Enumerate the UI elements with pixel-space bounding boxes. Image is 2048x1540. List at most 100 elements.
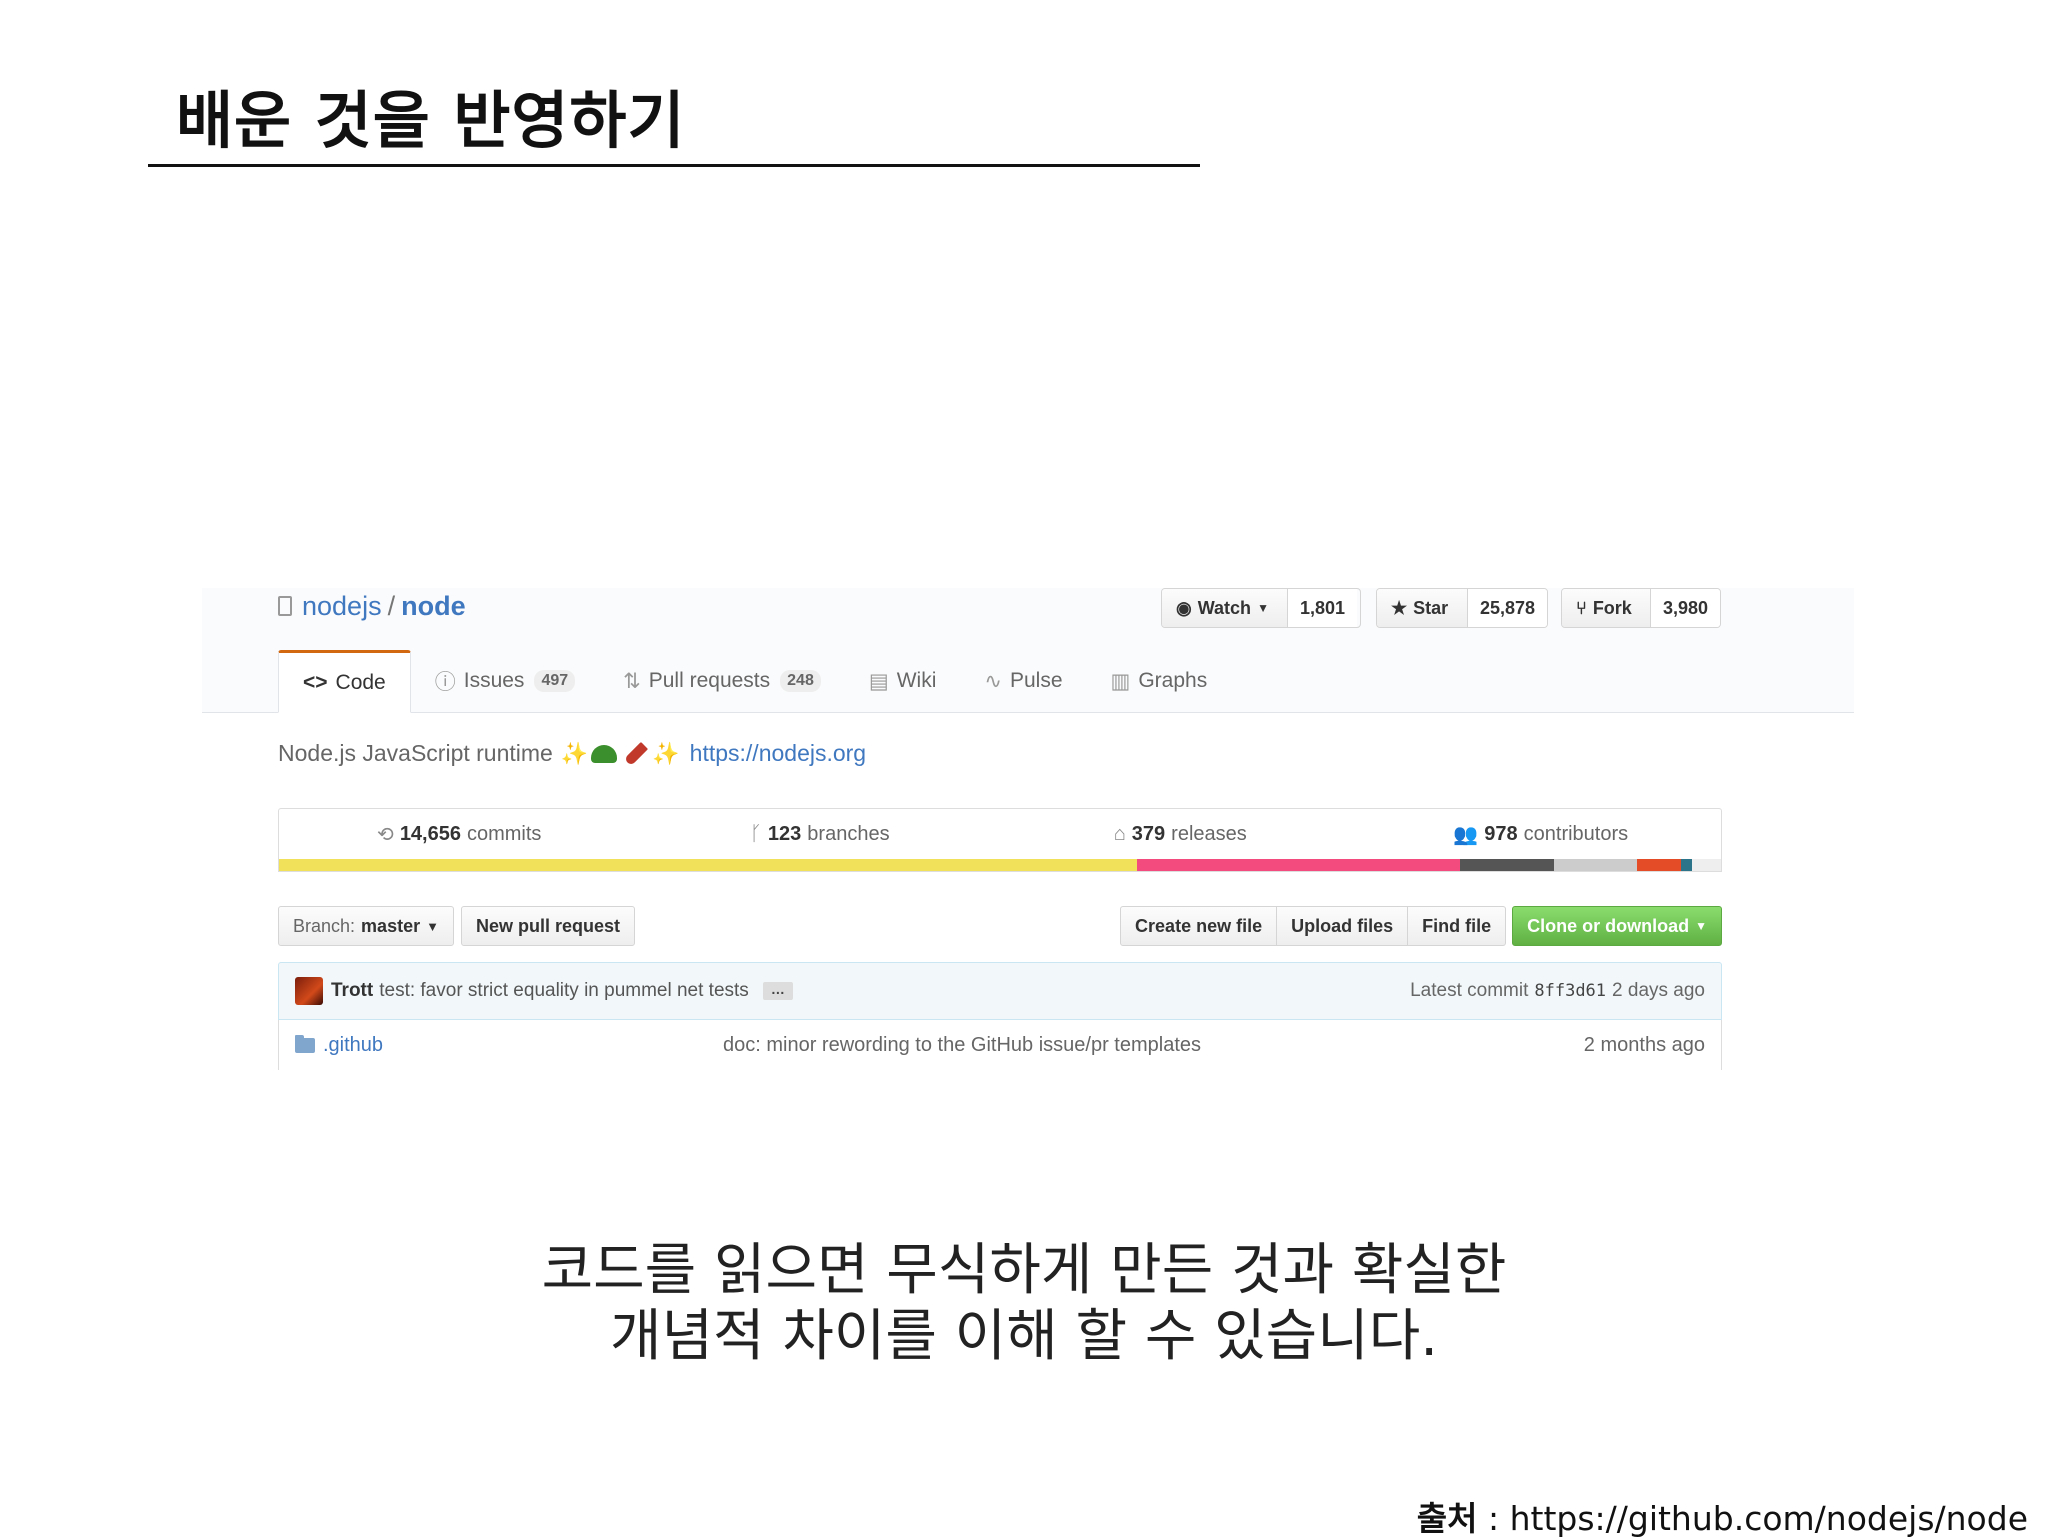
fork-icon: ⑂ bbox=[1576, 597, 1587, 618]
title-underline bbox=[148, 164, 1200, 167]
fork-group: ⑂ Fork 3,980 bbox=[1561, 588, 1721, 628]
book-icon: ▤ bbox=[868, 669, 889, 693]
numbers-summary: ⟲ 14,656 commits ᚴ 123 branches ⌂ 379 re… bbox=[278, 808, 1722, 872]
sparkles-icon: ✨ bbox=[560, 740, 589, 766]
source-credit: 출처 : https://github.com/nodejs/node bbox=[1417, 1492, 2028, 1540]
create-new-file-button[interactable]: Create new file bbox=[1120, 906, 1278, 946]
branch-select-button[interactable]: Branch: master ▼ bbox=[278, 906, 454, 946]
repo-owner-link[interactable]: nodejs bbox=[302, 591, 382, 622]
file-name-link[interactable]: .github bbox=[323, 1034, 723, 1057]
issue-opened-icon: ⓘ bbox=[434, 671, 456, 694]
eye-icon: ◉ bbox=[1176, 597, 1192, 618]
slide-title: 배운 것을 반영하기 bbox=[176, 84, 686, 157]
contributors-label: contributors bbox=[1523, 822, 1629, 845]
chevron-down-icon: ▼ bbox=[1695, 919, 1707, 933]
upload-files-button[interactable]: Upload files bbox=[1277, 906, 1409, 946]
fork-button[interactable]: ⑂ Fork bbox=[1562, 589, 1651, 627]
repo-title: nodejs / node bbox=[278, 588, 466, 624]
file-navigation: Branch: master ▼ New pull request Create… bbox=[278, 906, 1722, 946]
releases-count: 379 bbox=[1131, 822, 1166, 845]
commit-author[interactable]: Trott bbox=[331, 980, 373, 1002]
caption-line-1: 코드를 읽으면 무식하게 만든 것과 확실한 bbox=[541, 1238, 1507, 1303]
commit-message[interactable]: test: favor strict equality in pummel ne… bbox=[379, 980, 749, 1002]
graph-icon: ▥ bbox=[1110, 669, 1131, 693]
repo-description: Node.js JavaScript runtime ✨ ✨ https://n… bbox=[278, 740, 866, 767]
branch-label: Branch: bbox=[293, 915, 356, 936]
watch-button[interactable]: ◉ Watch ▼ bbox=[1162, 589, 1288, 627]
tab-label: Pull requests bbox=[648, 669, 771, 692]
homepage-link[interactable]: https://nodejs.org bbox=[690, 740, 866, 767]
language-segment[interactable] bbox=[1637, 859, 1681, 871]
commit-sha[interactable]: 8ff3d61 bbox=[1534, 981, 1606, 1001]
fork-label: Fork bbox=[1592, 597, 1632, 618]
source-separator: : bbox=[1477, 1499, 1510, 1538]
tab-pull-requests[interactable]: ⇅ Pull requests 248 bbox=[599, 650, 845, 712]
caption-line-2: 개념적 차이를 이해 할 수 있습니다. bbox=[609, 1304, 1439, 1369]
star-icon: ★ bbox=[1391, 597, 1408, 618]
star-label: Star bbox=[1413, 597, 1449, 618]
language-segment[interactable] bbox=[1136, 859, 1460, 871]
repo-name-link[interactable]: node bbox=[401, 591, 466, 622]
language-segment[interactable] bbox=[1553, 859, 1638, 871]
releases-label: releases bbox=[1171, 822, 1247, 845]
expand-commit-button[interactable]: … bbox=[762, 982, 793, 1000]
tab-code[interactable]: <> Code bbox=[278, 650, 411, 713]
find-file-button[interactable]: Find file bbox=[1408, 906, 1507, 946]
source-url: https://github.com/nodejs/node bbox=[1509, 1499, 2028, 1538]
chevron-down-icon: ▼ bbox=[1257, 601, 1269, 615]
tab-label: Issues bbox=[463, 669, 525, 692]
tab-label: Graphs bbox=[1138, 669, 1208, 692]
tab-issues[interactable]: ⓘ Issues 497 bbox=[411, 650, 599, 712]
organization-icon: 👥 bbox=[1453, 823, 1479, 846]
branches-label: branches bbox=[807, 822, 890, 845]
file-age: 2 months ago bbox=[1583, 1033, 1705, 1056]
git-branch-icon: ᚴ bbox=[749, 822, 762, 845]
turtle-icon bbox=[591, 744, 618, 763]
watch-group: ◉ Watch ▼ 1,801 bbox=[1161, 588, 1361, 628]
language-segment[interactable] bbox=[279, 859, 1137, 871]
sparkles-icon: ✨ bbox=[652, 740, 680, 766]
code-icon: <> bbox=[303, 670, 328, 694]
repo-separator: / bbox=[387, 590, 396, 621]
language-bar[interactable] bbox=[279, 859, 1721, 871]
github-repo-screenshot: nodejs / node ◉ Watch ▼ 1,801 ★ Star 25,… bbox=[202, 588, 1854, 1070]
avatar[interactable] bbox=[295, 977, 323, 1005]
history-icon: ⟲ bbox=[377, 823, 394, 846]
pull-requests-counter: 248 bbox=[780, 670, 821, 692]
chevron-down-icon: ▼ bbox=[426, 918, 439, 934]
clone-label: Clone or download bbox=[1527, 915, 1690, 936]
repo-header: nodejs / node ◉ Watch ▼ 1,801 ★ Star 25,… bbox=[202, 588, 1854, 713]
file-commit-message[interactable]: doc: minor rewording to the GitHub issue… bbox=[723, 1034, 1201, 1057]
language-segment[interactable] bbox=[1692, 859, 1721, 871]
commits-label: commits bbox=[466, 822, 542, 845]
branches-count: 123 bbox=[767, 822, 802, 845]
latest-commit-bar: Trott test: favor strict equality in pum… bbox=[278, 962, 1722, 1020]
tab-graphs[interactable]: ▥ Graphs bbox=[1087, 650, 1232, 712]
tag-icon: ⌂ bbox=[1113, 822, 1126, 845]
language-segment[interactable] bbox=[1459, 859, 1554, 871]
pulse-icon: ∿ bbox=[984, 669, 1002, 693]
star-button[interactable]: ★ Star bbox=[1377, 589, 1468, 627]
language-segment[interactable] bbox=[1680, 859, 1693, 871]
repo-book-icon bbox=[278, 596, 292, 616]
tab-pulse[interactable]: ∿ Pulse bbox=[960, 650, 1086, 712]
clone-or-download-button[interactable]: Clone or download ▼ bbox=[1512, 906, 1722, 946]
new-pull-request-button[interactable]: New pull request bbox=[461, 906, 636, 946]
slide-caption: 코드를 읽으면 무식하게 만든 것과 확실한 개념적 차이를 이해 할 수 있습… bbox=[0, 1238, 2048, 1370]
git-pull-request-icon: ⇅ bbox=[623, 669, 641, 693]
watch-count[interactable]: 1,801 bbox=[1288, 589, 1358, 627]
star-count[interactable]: 25,878 bbox=[1467, 589, 1547, 627]
star-group: ★ Star 25,878 bbox=[1376, 588, 1548, 628]
commit-age: 2 days ago bbox=[1612, 980, 1705, 1001]
rocket-icon bbox=[624, 741, 649, 766]
folder-icon bbox=[295, 1034, 315, 1053]
fork-count[interactable]: 3,980 bbox=[1650, 589, 1720, 627]
repo-nav: <> Code ⓘ Issues 497 ⇅ Pull requests 248… bbox=[278, 650, 1232, 713]
watch-label: Watch bbox=[1197, 597, 1252, 618]
branch-value: master bbox=[361, 915, 421, 936]
tab-wiki[interactable]: ▤ Wiki bbox=[845, 650, 961, 712]
description-text: Node.js JavaScript runtime bbox=[278, 740, 553, 766]
commits-count: 14,656 bbox=[399, 822, 461, 845]
file-actions: Create new file Upload files Find file C… bbox=[1120, 906, 1722, 946]
emoji-row: ✨ ✨ bbox=[561, 741, 680, 767]
